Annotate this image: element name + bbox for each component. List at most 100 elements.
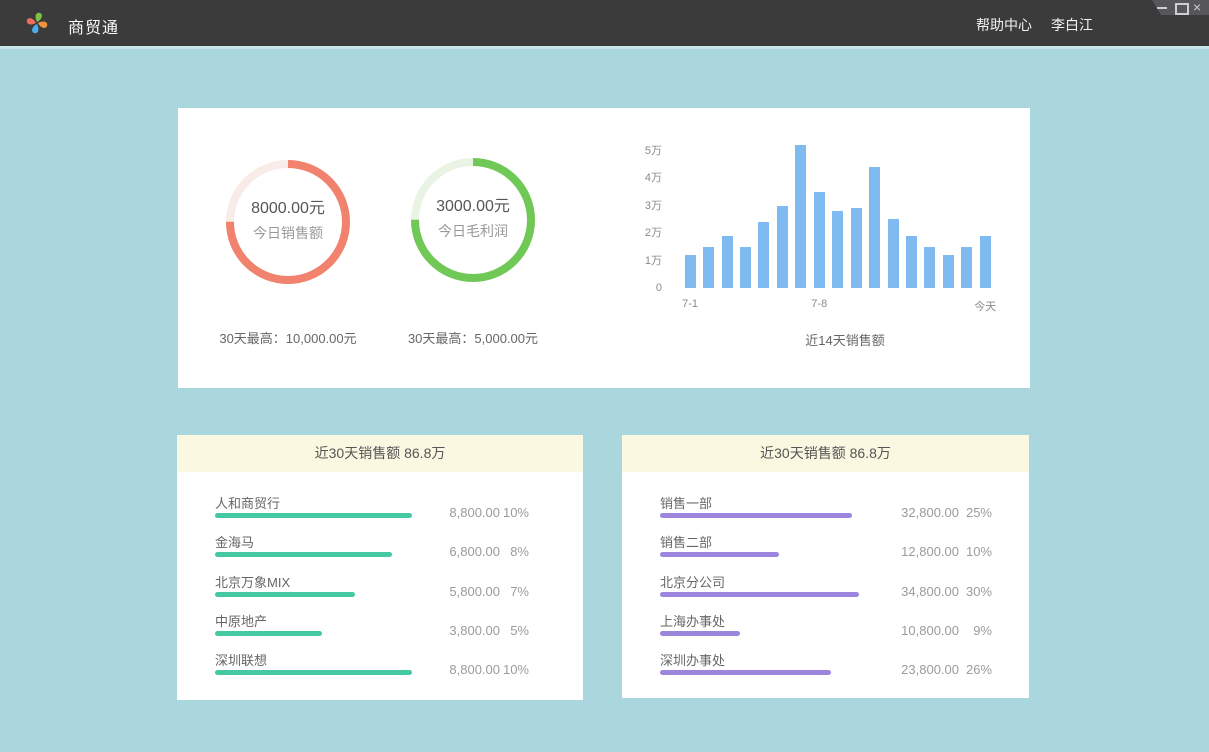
item-name: 北京万象MIX bbox=[215, 572, 290, 591]
item-amount: 10,800.00 bbox=[859, 623, 959, 638]
y-axis-tick: 5万 bbox=[628, 144, 662, 158]
x-axis-tick: 7-8 bbox=[794, 298, 844, 310]
item-percent: 5% bbox=[489, 623, 529, 638]
item-percent: 10% bbox=[489, 505, 529, 520]
item-percent: 8% bbox=[489, 544, 529, 559]
user-name-link[interactable]: 李白江 bbox=[1051, 15, 1093, 35]
customer-rank-card: 近30天销售额 86.8万 人和商贸行8,800.0010%金海马6,800.0… bbox=[177, 435, 583, 700]
list-item: 深圳联想 8,800.0010% bbox=[177, 646, 583, 685]
maximize-button-icon[interactable] bbox=[1173, 0, 1187, 15]
item-amount: 8,800.00 bbox=[400, 505, 500, 520]
chart-bar bbox=[943, 255, 954, 288]
title-bar: 商贸通 帮助中心 李白江 bbox=[0, 0, 1209, 46]
item-percent: 9% bbox=[952, 623, 992, 638]
today-sales-value: 8000.00元 bbox=[251, 198, 325, 220]
department-rank-title: 近30天销售额 86.8万 bbox=[622, 435, 1029, 472]
list-item: 销售一部 32,800.0025% bbox=[622, 489, 1029, 528]
chart-bar bbox=[722, 236, 733, 288]
list-item: 北京分公司 34,800.0030% bbox=[622, 568, 1029, 607]
item-progress-bar bbox=[660, 592, 859, 597]
y-axis-tick: 3万 bbox=[628, 199, 662, 213]
app-window: 商贸通 帮助中心 李白江 8000.00元 今日销售额 30天最高：10,000… bbox=[0, 0, 1209, 752]
chart-caption: 近14天销售额 bbox=[645, 330, 1045, 349]
list-item: 中原地产 3,800.005% bbox=[177, 607, 583, 646]
close-button-icon[interactable] bbox=[1191, 0, 1205, 15]
item-amount: 32,800.00 bbox=[859, 505, 959, 520]
minimize-button-icon[interactable] bbox=[1155, 0, 1169, 15]
item-progress-bar bbox=[660, 513, 852, 518]
item-percent: 10% bbox=[952, 544, 992, 559]
y-axis-tick: 4万 bbox=[628, 171, 662, 185]
titlebar-divider bbox=[0, 46, 1209, 49]
item-amount: 5,800.00 bbox=[400, 584, 500, 599]
chart-bar bbox=[851, 208, 862, 288]
today-sales-ring: 8000.00元 今日销售额 bbox=[226, 160, 350, 284]
app-logo-pinwheel-icon bbox=[24, 10, 50, 36]
item-amount: 34,800.00 bbox=[859, 584, 959, 599]
chart-bar bbox=[685, 255, 696, 288]
chart-bar bbox=[832, 211, 843, 288]
today-profit-label: 今日毛利润 bbox=[438, 218, 508, 244]
item-name: 金海马 bbox=[215, 532, 254, 551]
item-name: 人和商贸行 bbox=[215, 493, 280, 512]
item-progress-bar bbox=[215, 552, 392, 557]
list-item: 上海办事处 10,800.009% bbox=[622, 607, 1029, 646]
item-amount: 6,800.00 bbox=[400, 544, 500, 559]
item-progress-bar bbox=[660, 631, 740, 636]
today-profit-value: 3000.00元 bbox=[436, 196, 510, 218]
list-item: 销售二部 12,800.0010% bbox=[622, 528, 1029, 567]
chart-bar bbox=[869, 167, 880, 288]
profit-30d-max: 30天最高：5,000.00元 bbox=[343, 328, 603, 347]
y-axis-tick: 1万 bbox=[628, 254, 662, 268]
item-progress-bar bbox=[215, 513, 412, 518]
item-amount: 3,800.00 bbox=[400, 623, 500, 638]
today-profit-ring: 3000.00元 今日毛利润 bbox=[411, 158, 535, 282]
item-amount: 12,800.00 bbox=[859, 544, 959, 559]
chart-bar bbox=[906, 236, 917, 288]
item-name: 深圳联想 bbox=[215, 650, 267, 669]
sales-14d-bar-chart: 近14天销售额 01万2万3万4万5万7-17-8今天 bbox=[638, 138, 1052, 354]
help-center-link[interactable]: 帮助中心 bbox=[976, 15, 1032, 35]
customer-rank-title: 近30天销售额 86.8万 bbox=[177, 435, 583, 472]
department-rank-list: 销售一部 32,800.0025% 销售二部 12,800.0010% 北京分公司 34,… bbox=[622, 472, 1029, 685]
list-item: 深圳办事处 23,800.0026% bbox=[622, 646, 1029, 685]
list-item: 金海马 6,800.008% bbox=[177, 528, 583, 567]
item-name: 北京分公司 bbox=[660, 572, 725, 591]
chart-bar bbox=[888, 219, 899, 288]
x-axis-tick: 7-1 bbox=[665, 298, 715, 310]
chart-bar bbox=[758, 222, 769, 288]
item-name: 中原地产 bbox=[215, 611, 267, 630]
item-percent: 26% bbox=[952, 662, 992, 677]
chart-bar bbox=[961, 247, 972, 288]
chart-bar bbox=[740, 247, 751, 288]
department-rank-card: 近30天销售额 86.8万 销售一部 32,800.0025% 销售二部 12,800… bbox=[622, 435, 1029, 698]
item-progress-bar bbox=[215, 670, 412, 675]
chart-bar bbox=[924, 247, 935, 288]
y-axis-tick: 2万 bbox=[628, 226, 662, 240]
item-progress-bar bbox=[660, 552, 779, 557]
item-percent: 10% bbox=[489, 662, 529, 677]
customer-rank-list: 人和商贸行8,800.0010%金海马6,800.008%北京万象MIX5,80… bbox=[177, 472, 583, 685]
chart-bar bbox=[795, 145, 806, 288]
chart-bar bbox=[703, 247, 714, 288]
item-name: 深圳办事处 bbox=[660, 650, 725, 669]
x-axis-tick: 今天 bbox=[960, 298, 1010, 314]
window-controls bbox=[1143, 0, 1209, 15]
y-axis-tick: 0 bbox=[628, 281, 662, 295]
item-name: 销售二部 bbox=[660, 532, 712, 551]
app-title: 商贸通 bbox=[68, 14, 119, 38]
item-amount: 23,800.00 bbox=[859, 662, 959, 677]
item-progress-bar bbox=[215, 592, 355, 597]
list-item: 人和商贸行 8,800.0010% bbox=[177, 489, 583, 528]
chart-bar bbox=[777, 206, 788, 289]
item-percent: 25% bbox=[952, 505, 992, 520]
chart-bar bbox=[980, 236, 991, 288]
item-percent: 7% bbox=[489, 584, 529, 599]
today-sales-label: 今日销售额 bbox=[253, 220, 323, 246]
list-item: 北京万象MIX 5,800.007% bbox=[177, 568, 583, 607]
item-name: 销售一部 bbox=[660, 493, 712, 512]
item-amount: 8,800.00 bbox=[400, 662, 500, 677]
item-name: 上海办事处 bbox=[660, 611, 725, 630]
item-percent: 30% bbox=[952, 584, 992, 599]
chart-bar bbox=[814, 192, 825, 288]
